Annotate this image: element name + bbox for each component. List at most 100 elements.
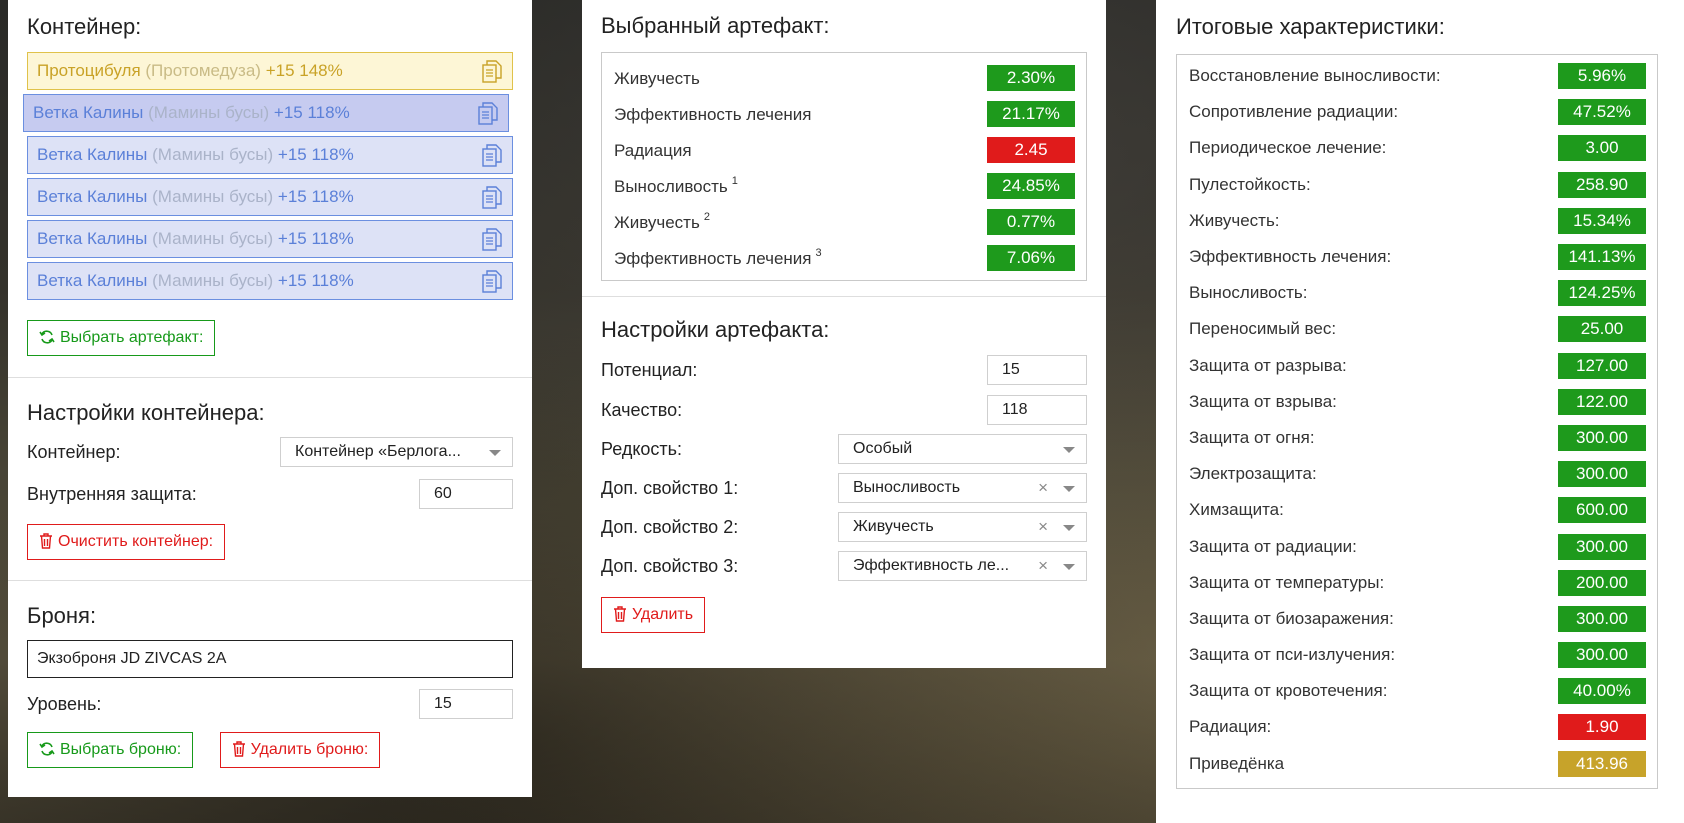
potential-input[interactable]: 15 [987,355,1087,385]
stat-row: Приведёнка 413.96 [1189,746,1646,782]
delete-armor-button[interactable]: Удалить броню: [219,732,381,768]
stat-value: 5.96% [1558,63,1646,90]
container-select[interactable]: Контейнер «Берлога... [280,437,513,467]
slot-level: +15 118% [277,271,354,290]
stat-value: 300.00 [1558,461,1646,488]
stat-value: 7.06% [987,245,1075,271]
stat-label: Защита от огня: [1189,427,1315,447]
artifact-settings-section: Настройки артефакта: Потенциал: 15 Качес… [582,297,1106,633]
stat-label: Защита от взрыва: [1189,391,1337,411]
slot-alt-name: (Мамины бусы) [152,187,274,206]
extra3-select-value: Эффективность ле... [853,557,1010,574]
stat-label: Эффективность лечения [614,105,812,124]
armor-name-input[interactable]: Экзоброня JD ZIVCAS 2A [27,640,513,678]
clear-container-button[interactable]: Очистить контейнер: [27,524,226,560]
stat-label: Защита от температуры: [1189,572,1385,592]
protection-input[interactable]: 60 [419,479,513,509]
slot-alt-name: (Мамины бусы) [152,229,274,248]
stat-row: Выносливость 1 24.85% [614,168,1075,204]
copy-icon[interactable] [482,228,502,252]
artifact-stats-box: Живучесть 2.30% Эффективность лечения 21.1… [601,52,1087,281]
slot-name: Ветка Калины [33,103,144,122]
stat-row: Защита от огня: 300.00 [1189,420,1646,456]
select-armor-button[interactable]: Выбрать броню: [27,732,194,768]
chevron-down-icon [1063,525,1075,531]
artifact-slot[interactable]: Ветка Калины (Мамины бусы) +15 118% [27,178,513,216]
rarity-select-value: Особый [853,440,913,457]
extra1-select[interactable]: Выносливость × [838,473,1087,503]
clear-icon[interactable]: × [1038,552,1048,580]
stat-value: 0.77% [987,209,1075,235]
slot-alt-name: (Протомедуза) [145,61,261,80]
slot-level: +15 118% [277,187,354,206]
stat-value: 413.96 [1558,750,1646,777]
stat-row: Эффективность лечения 3 7.06% [614,240,1075,276]
stat-value: 15.34% [1558,207,1646,234]
extra3-select[interactable]: Эффективность ле... × [838,551,1087,581]
delete-armor-label: Удалить броню: [250,741,369,758]
stat-label: Выносливость 1 [614,175,738,196]
stat-row: Периодическое лечение: 3.00 [1189,130,1646,166]
rarity-select[interactable]: Особый [838,434,1087,464]
stat-row: Живучесть: 15.34% [1189,203,1646,239]
stat-label: Защита от пси-излучения: [1189,645,1396,665]
trash-icon [614,606,626,622]
select-artifact-button[interactable]: Выбрать артефакт: [27,320,216,356]
stat-value: 40.00% [1558,678,1646,705]
extra2-select[interactable]: Живучесть × [838,512,1087,542]
stat-label: Выносливость: [1189,283,1308,303]
slot-level: +15 118% [277,145,354,164]
copy-icon[interactable] [482,270,502,294]
artifact-slot[interactable]: Ветка Калины (Мамины бусы) +15 118% [27,136,513,174]
stat-row: Радиация 2.45 [614,132,1075,168]
artifact-slot[interactable]: Ветка Калины (Мамины бусы) +15 118% [27,262,513,300]
copy-icon[interactable] [482,60,502,84]
stat-row: Эффективность лечения: 141.13% [1189,239,1646,275]
stat-label: Эффективность лечения: [1189,247,1392,267]
stat-label: Радиация [614,141,692,160]
stat-label: Периодическое лечение: [1189,138,1387,158]
armor-section: Броня: Экзоброня JD ZIVCAS 2A Уровень: 1… [8,581,532,768]
extra2-label: Доп. свойство 2: [601,516,739,537]
slot-level: +15 118% [273,103,350,122]
trash-icon [40,533,52,549]
artifact-slot-list: Протоцибуля (Протомедуза) +15 148% Ветка… [23,52,513,300]
artifact-slot[interactable]: Ветка Калины (Мамины бусы) +15 118% [27,220,513,258]
left-panel: Контейнер: Протоцибуля (Протомедуза) +15… [8,0,532,797]
artifact-slot[interactable]: Протоцибуля (Протомедуза) +15 148% [27,52,513,90]
stat-row: Электрозащита: 300.00 [1189,456,1646,492]
clear-icon[interactable]: × [1038,513,1048,541]
stat-row: Живучесть 2.30% [614,60,1075,96]
container-select-value: Контейнер «Берлога... [295,443,461,460]
copy-icon[interactable] [482,144,502,168]
stat-row: Живучесть 2 0.77% [614,204,1075,240]
stat-label: Живучесть [614,69,700,88]
quality-input[interactable]: 118 [987,395,1087,425]
stat-row: Защита от кровотечения: 40.00% [1189,673,1646,709]
rarity-label: Редкость: [601,438,683,459]
slot-name: Ветка Калины [37,145,148,164]
clear-icon[interactable]: × [1038,474,1048,502]
artifact-settings-title: Настройки артефакта: [601,317,830,342]
copy-icon[interactable] [482,186,502,210]
stat-value: 300.00 [1558,605,1646,632]
stat-label: Защита от разрыва: [1189,355,1347,375]
stat-label: Защита от кровотечения: [1189,681,1388,701]
stat-label: Защита от биозаражения: [1189,608,1394,628]
artifact-slot[interactable]: Ветка Калины (Мамины бусы) +15 118% [23,94,509,132]
stat-label: Живучесть 2 [614,211,710,232]
stat-row: Восстановление выносливости: 5.96% [1189,58,1646,94]
copy-icon[interactable] [478,102,498,126]
extra3-label: Доп. свойство 3: [601,555,739,576]
armor-level-input[interactable]: 15 [419,689,513,719]
delete-artifact-button[interactable]: Удалить [601,597,706,633]
selected-artifact-section: Выбранный артефакт: Живучесть 2.30% Эффек… [582,0,1106,297]
stat-row: Защита от биозаражения: 300.00 [1189,601,1646,637]
container-title: Контейнер: [27,14,142,39]
slot-name: Ветка Калины [37,229,148,248]
stat-row: Защита от взрыва: 122.00 [1189,384,1646,420]
stat-row: Переносимый вес: 25.00 [1189,311,1646,347]
middle-panel: Выбранный артефакт: Живучесть 2.30% Эффек… [582,0,1106,668]
stat-row: Эффективность лечения 21.17% [614,96,1075,132]
chevron-down-icon [489,450,501,456]
